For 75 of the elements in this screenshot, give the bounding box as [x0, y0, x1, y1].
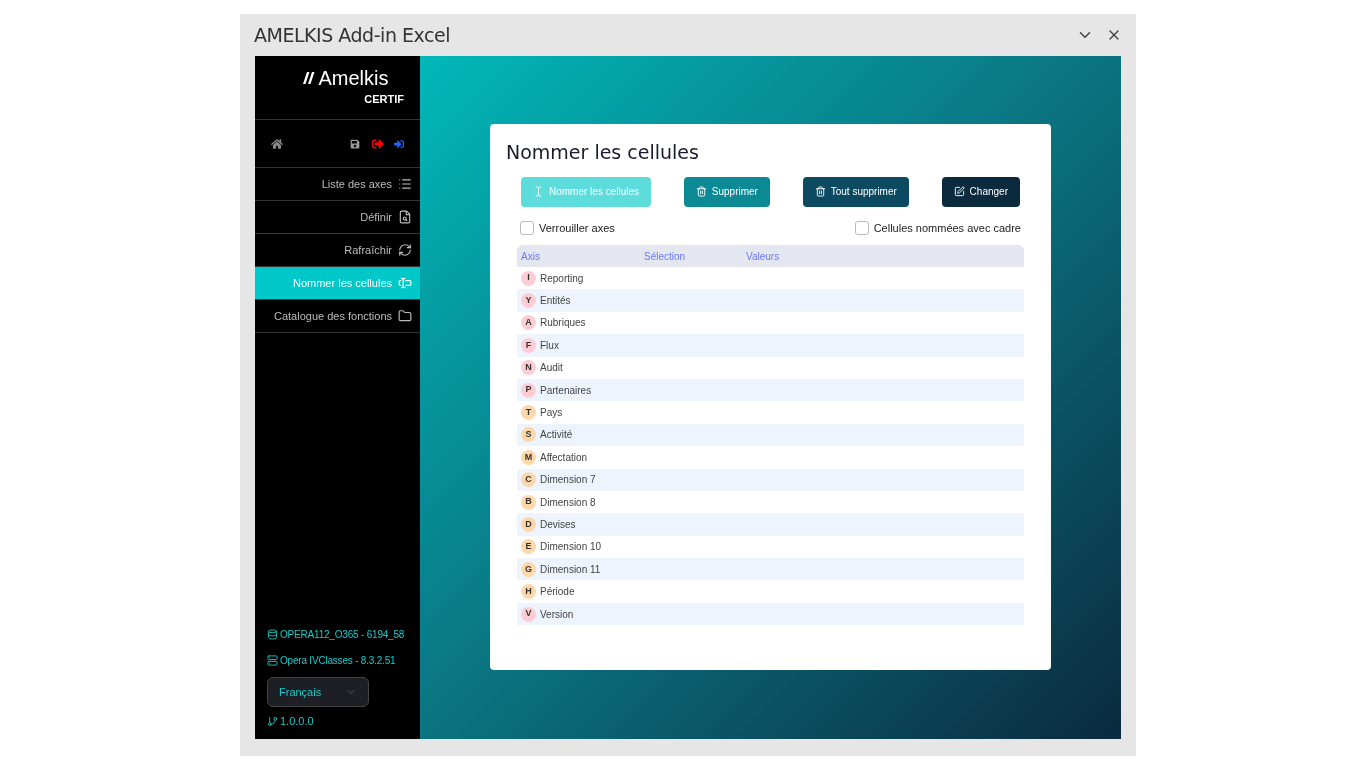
table-row[interactable]: S Activité — [517, 423, 1024, 447]
checkbox[interactable] — [520, 220, 534, 235]
logo-slashes-icon — [302, 70, 317, 85]
card-title: Nommer les cellules — [506, 140, 700, 165]
language-select[interactable]: Français — [267, 677, 369, 707]
window-title: AMELKIS Add-in Excel — [254, 22, 450, 48]
text-cursor-icon — [533, 186, 544, 197]
axis-name: Affectation — [540, 450, 588, 465]
axis-badge: B — [521, 494, 536, 510]
axis-name: Dimension 8 — [540, 495, 596, 510]
axis-name: Dimension 11 — [540, 562, 601, 577]
axis-badge: H — [521, 584, 536, 600]
axis-name: Audit — [540, 361, 563, 376]
table-row[interactable]: D Devises — [517, 513, 1024, 536]
axis-badge: Y — [521, 293, 536, 309]
axis-badge: N — [521, 360, 536, 376]
axis-badge: E — [521, 539, 536, 555]
action-button[interactable]: Supprimer — [683, 176, 770, 207]
axis-badge: V — [521, 606, 536, 622]
axis-badge: S — [521, 427, 536, 443]
logo-subtitle: CERTIF — [364, 91, 404, 107]
axis-name: Partenaires — [540, 383, 592, 398]
axis-badge: T — [521, 405, 536, 421]
table-row[interactable]: Y Entités — [517, 289, 1024, 312]
edit-icon — [953, 186, 965, 197]
checkbox-label: Cellules nommées avec cadre — [873, 220, 1021, 236]
checkbox[interactable] — [854, 220, 869, 235]
axis-name: Rubriques — [540, 316, 586, 331]
database-icon — [267, 628, 278, 640]
axis-badge: P — [521, 382, 536, 398]
column-header: Valeurs — [746, 249, 781, 264]
trash-icon — [695, 186, 707, 197]
connection-label: Opera IVClasses - 8.3.2.51 — [280, 653, 396, 668]
server-icon — [267, 654, 278, 666]
axis-name: Entités — [540, 294, 571, 309]
column-header: Sélection — [644, 249, 687, 264]
action-button[interactable]: Tout supprimer — [802, 176, 909, 207]
branch-icon — [267, 715, 278, 727]
action-button[interactable]: Changer — [941, 176, 1020, 207]
table-row[interactable]: F Flux — [517, 334, 1024, 357]
refresh-icon — [398, 243, 412, 257]
axis-badge: D — [521, 517, 536, 532]
axis-name: Flux — [540, 338, 559, 353]
file-search-icon — [398, 210, 412, 224]
axis-name: Devises — [540, 518, 576, 532]
version-label: 1.0.0.0 — [280, 713, 314, 729]
axis-badge: F — [521, 337, 536, 353]
axis-name: Période — [540, 585, 575, 600]
connection-label: OPERA112_O365 - 6194_58 — [280, 627, 405, 642]
axis-name: Reporting — [540, 271, 584, 286]
axis-name: Version — [540, 607, 574, 622]
axis-name: Dimension 7 — [540, 473, 596, 488]
logo-text: Amelkis — [318, 67, 389, 88]
axis-name: Pays — [540, 406, 563, 421]
axis-badge: G — [521, 561, 536, 577]
axis-badge: I — [521, 270, 536, 286]
column-header: Axis — [521, 249, 541, 264]
axis-badge: A — [521, 315, 536, 331]
folder-icon — [398, 309, 412, 323]
axis-badge: C — [521, 472, 536, 488]
save-icon[interactable] — [350, 138, 360, 149]
exit-icon[interactable] — [372, 137, 384, 150]
axis-name: Activité — [540, 428, 573, 443]
table-row[interactable]: G Dimension 11 — [517, 558, 1024, 581]
trash-icon — [814, 186, 826, 197]
table-row[interactable]: C Dimension 7 — [517, 468, 1024, 491]
enter-icon[interactable] — [394, 138, 404, 149]
table-row[interactable]: P Partenaires — [517, 378, 1024, 402]
text-field-icon — [398, 276, 412, 290]
axis-name: Dimension 10 — [540, 540, 602, 555]
list-icon — [398, 177, 412, 191]
axis-badge: M — [521, 449, 536, 465]
table-row[interactable]: V Version — [517, 602, 1024, 626]
home-icon[interactable] — [271, 137, 283, 150]
checkbox-label: Verrouiller axes — [539, 220, 615, 236]
